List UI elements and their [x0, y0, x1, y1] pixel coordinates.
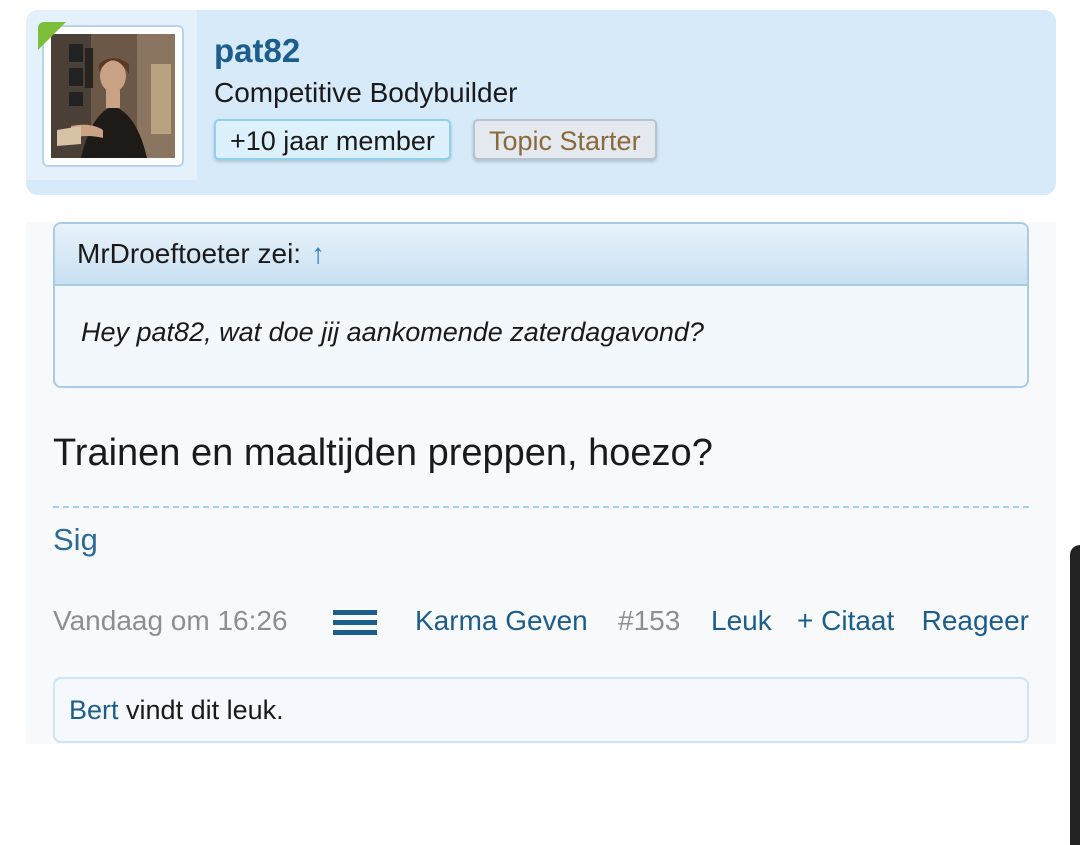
signature-divider [53, 506, 1029, 508]
post-timestamp[interactable]: Vandaag om 16:26 [53, 605, 288, 637]
forum-post-page: pat82 Competitive Bodybuilder +10 jaar m… [0, 0, 1080, 845]
user-info-card: pat82 Competitive Bodybuilder +10 jaar m… [26, 10, 1056, 195]
post-actions-bar: Vandaag om 16:26 Karma Geven #153 Leuk +… [53, 602, 1029, 642]
username[interactable]: pat82 [214, 32, 300, 70]
quote-button[interactable]: + Citaat [797, 605, 894, 637]
scrollbar[interactable] [1070, 545, 1080, 845]
likes-summary: Bert vindt dit leuk. [53, 677, 1029, 743]
member-badge: +10 jaar member [214, 119, 451, 160]
post-number[interactable]: #153 [618, 605, 680, 637]
user-title: Competitive Bodybuilder [214, 77, 518, 108]
avatar-cell [26, 10, 197, 180]
post-message: Trainen en maaltijden preppen, hoezo? [53, 432, 713, 474]
like-button[interactable]: Leuk [711, 605, 772, 637]
up-arrow-icon[interactable]: ↑ [311, 238, 325, 269]
quote-text: Hey pat82, wat doe jij aankomende zaterd… [81, 317, 704, 347]
likes-text: vindt dit leuk. [118, 695, 284, 725]
karma-button[interactable]: Karma Geven [415, 605, 588, 637]
online-indicator-icon [38, 22, 66, 50]
quote-author: MrDroeftoeter zei: [77, 238, 302, 269]
hamburger-menu-icon[interactable] [333, 610, 377, 636]
liker-name[interactable]: Bert [69, 695, 119, 725]
avatar-photo [51, 34, 175, 158]
topic-starter-badge: Topic Starter [473, 119, 657, 160]
quote-block: MrDroeftoeter zei: ↑ Hey pat82, wat doe j… [53, 222, 1029, 388]
quote-header: MrDroeftoeter zei: ↑ [55, 224, 1027, 286]
reply-button[interactable]: Reageer [922, 605, 1029, 637]
signature-link[interactable]: Sig [53, 522, 98, 558]
avatar[interactable] [51, 34, 175, 158]
post-body: MrDroeftoeter zei: ↑ Hey pat82, wat doe j… [26, 222, 1056, 744]
